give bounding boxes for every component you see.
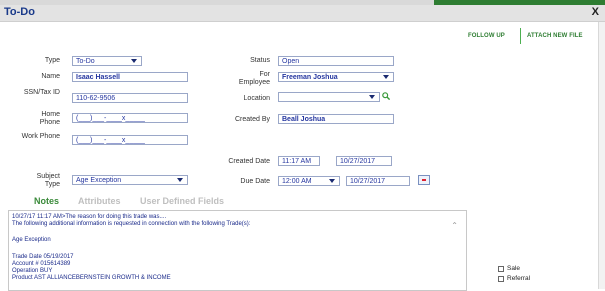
ssn-field[interactable]: 110-62-9506	[72, 93, 188, 103]
notes-line: Trade Date 05/19/2017	[12, 254, 74, 260]
subject-type-label: Subject Type	[36, 173, 60, 188]
referral-checkbox-label: Referral	[507, 275, 531, 282]
created-time-value: 11:17 AM	[282, 158, 312, 165]
type-value: To-Do	[76, 58, 95, 65]
status-value: Open	[282, 58, 300, 65]
close-button[interactable]: X	[592, 6, 599, 18]
name-label: Name	[41, 73, 60, 80]
ssn-label: SSN/Tax ID	[23, 89, 60, 96]
due-date-label: Due Date	[240, 178, 270, 185]
sale-checkbox-label: Sale	[507, 265, 521, 272]
window-scrollbar[interactable]	[598, 22, 605, 289]
chevron-down-icon	[131, 59, 137, 63]
attach-new-file-button[interactable]: ATTACH NEW FILE	[527, 33, 583, 39]
subject-type-select[interactable]: Age Exception	[72, 175, 188, 185]
tab-notes[interactable]: Notes	[34, 196, 59, 206]
work-phone-label: Work Phone	[21, 133, 60, 140]
sale-checkbox[interactable]	[498, 266, 504, 272]
chevron-down-icon	[329, 179, 335, 183]
referral-checkbox[interactable]	[498, 276, 504, 282]
follow-up-button[interactable]: FOLLOW UP	[468, 33, 505, 39]
notes-line: 10/27/17 11:17 AM>The reason for doing t…	[12, 214, 167, 220]
due-time-select[interactable]: 12:00 AM	[278, 176, 340, 186]
status-field[interactable]: Open	[278, 56, 394, 66]
window-title: To-Do	[4, 6, 35, 18]
created-by-value: Beall Joshua	[282, 116, 326, 123]
notes-line: Product AST ALLIANCEBERNSTEIN GROWTH & I…	[12, 275, 171, 281]
for-employee-select[interactable]: Freeman Joshua	[278, 72, 394, 82]
created-date-value: 10/27/2017	[340, 158, 376, 165]
due-date-value: 10/27/2017	[350, 178, 386, 185]
ssn-value: 110-62-9506	[76, 95, 116, 102]
work-phone-field[interactable]: (___)___-____x_____	[72, 135, 188, 145]
notes-line: Age Exception	[12, 237, 51, 243]
type-select[interactable]: To-Do	[72, 56, 142, 66]
notes-textarea[interactable]: 10/27/17 11:17 AM>The reason for doing t…	[8, 210, 467, 291]
window-titlebar: To-Do X	[0, 5, 605, 22]
status-label: Status	[250, 57, 270, 64]
tab-attributes[interactable]: Attributes	[78, 196, 121, 206]
created-by-field[interactable]: Beall Joshua	[278, 114, 394, 124]
location-label: Location	[243, 95, 270, 102]
due-date-field[interactable]: 10/27/2017	[346, 176, 410, 186]
for-employee-label: For Employee	[238, 71, 270, 86]
chevron-down-icon	[383, 75, 389, 79]
notes-line: The following additional information is …	[12, 221, 251, 227]
work-phone-value: (___)___-____x_____	[76, 137, 145, 144]
name-value: Isaac Hassell	[76, 74, 120, 81]
created-date-label: Created Date	[228, 158, 270, 165]
chevron-down-icon	[369, 95, 375, 99]
created-date-field[interactable]: 10/27/2017	[336, 156, 392, 166]
action-divider	[520, 28, 521, 44]
created-by-label: Created By	[234, 116, 270, 123]
calendar-marker	[422, 179, 426, 181]
tab-user-defined-fields[interactable]: User Defined Fields	[140, 196, 224, 206]
created-time-field[interactable]: 11:17 AM	[278, 156, 320, 166]
calendar-icon[interactable]	[418, 175, 430, 185]
type-label: Type	[44, 57, 60, 64]
name-field[interactable]: Isaac Hassell	[72, 72, 188, 82]
for-employee-value: Freeman Joshua	[282, 74, 338, 81]
notes-line: Account # 015614389	[12, 261, 71, 267]
notes-line: Operation BUY	[12, 268, 53, 274]
scroll-up-icon[interactable]: ⌃	[451, 221, 458, 230]
due-time-value: 12:00 AM	[282, 178, 312, 185]
location-select[interactable]	[278, 92, 380, 102]
home-phone-label: Home Phone	[39, 111, 60, 126]
subject-type-value: Age Exception	[76, 177, 122, 184]
chevron-down-icon	[177, 178, 183, 182]
home-phone-value: (___)___-____x_____	[76, 115, 145, 122]
home-phone-field[interactable]: (___)___-____x_____	[72, 113, 188, 123]
search-icon[interactable]	[382, 92, 390, 100]
